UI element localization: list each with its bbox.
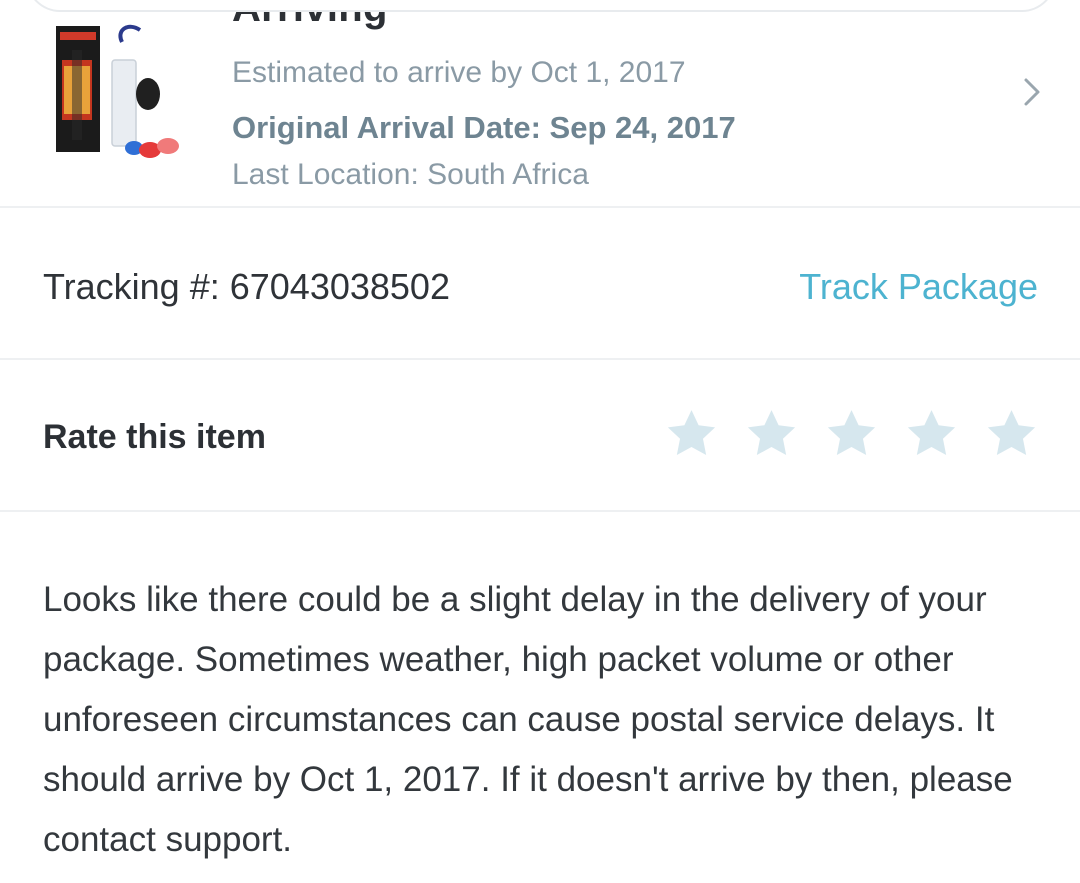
last-location: Last Location: South Africa [232, 158, 589, 191]
star-rating[interactable] [664, 406, 1039, 462]
card-edge [26, 0, 1056, 12]
product-thumbnail [50, 20, 190, 160]
star-icon[interactable] [744, 406, 799, 461]
track-package-link[interactable]: Track Package [799, 266, 1038, 308]
delay-notice: Looks like there could be a slight delay… [0, 514, 1080, 883]
rate-item-label: Rate this item [43, 418, 266, 456]
star-icon[interactable] [984, 406, 1039, 461]
original-arrival-date: Original Arrival Date: Sep 24, 2017 [232, 110, 736, 145]
star-icon[interactable] [904, 406, 959, 461]
order-detail-screen: Arriving Estimated to arrive by Oct 1, 2… [0, 0, 1080, 883]
estimated-arrival: Estimated to arrive by Oct 1, 2017 [232, 56, 686, 89]
star-icon[interactable] [824, 406, 879, 461]
order-summary-row[interactable]: Arriving Estimated to arrive by Oct 1, 2… [0, 0, 1080, 208]
chevron-right-icon[interactable] [1020, 72, 1046, 112]
tracking-number: Tracking #: 67043038502 [43, 266, 450, 307]
rate-item-row: Rate this item [0, 362, 1080, 512]
delay-message: Looks like there could be a slight delay… [43, 580, 1013, 859]
tracking-row: Tracking #: 67043038502 Track Package [0, 210, 1080, 360]
star-icon[interactable] [664, 406, 719, 461]
